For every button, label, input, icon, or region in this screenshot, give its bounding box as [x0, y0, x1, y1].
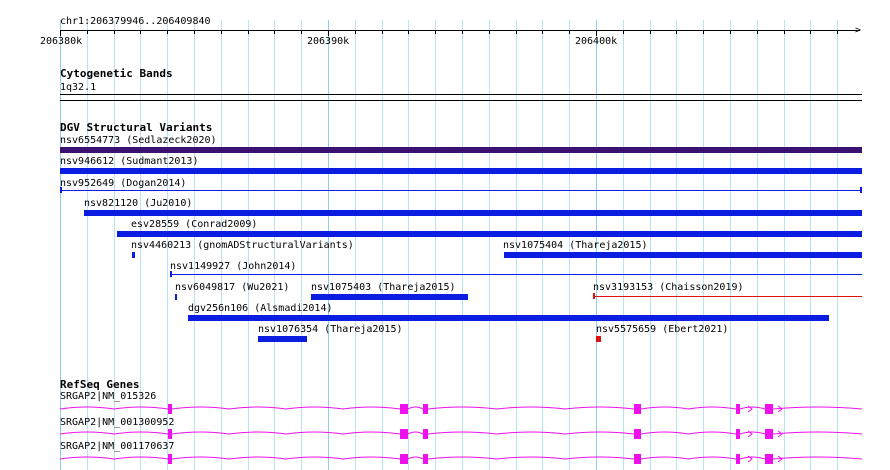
- exon-box: [168, 454, 172, 464]
- ruler-tick: [382, 30, 383, 34]
- dgv-track-name[interactable]: DGV Structural Variants: [60, 122, 212, 134]
- ruler-tick: [221, 30, 222, 34]
- variant-feature-end: [170, 271, 172, 277]
- variant-feature[interactable]: [84, 210, 862, 216]
- variant-feature[interactable]: [175, 294, 177, 300]
- transcript-model[interactable]: [0, 403, 890, 415]
- feature-label: nsv821120 (Ju2010): [84, 198, 193, 209]
- variant-feature[interactable]: [60, 190, 862, 191]
- transcript-label: SRGAP2|NM_001170637: [60, 441, 175, 452]
- genome-browser-view: chr1:206379946..206409840 > 206380k 2063…: [0, 0, 890, 470]
- exon-box: [400, 404, 408, 414]
- exon-box: [423, 454, 428, 464]
- ruler-tick: [542, 30, 543, 34]
- variant-feature[interactable]: [117, 231, 862, 237]
- ruler-tick: [167, 30, 168, 34]
- feature-label: nsv4460213 (gnomADStructuralVariants): [131, 240, 354, 251]
- ruler-tick: [623, 30, 624, 34]
- feature-label: nsv5575659 (Ebert2021): [596, 324, 729, 335]
- transcript-model[interactable]: [0, 428, 890, 440]
- ruler-arrow-icon: >: [855, 25, 862, 36]
- exon-box: [634, 454, 641, 464]
- exon-box: [400, 454, 408, 464]
- transcript-label: SRGAP2|NM_015326: [60, 391, 157, 402]
- exon-box: [423, 404, 428, 414]
- ruler-tick: [87, 30, 88, 34]
- location-label: chr1:206379946..206409840: [60, 16, 211, 27]
- ruler-tick: [837, 30, 838, 34]
- variant-feature[interactable]: [60, 168, 862, 174]
- exon-box: [765, 454, 773, 464]
- exon-box: [423, 429, 428, 439]
- ruler-tick: [114, 30, 115, 34]
- variant-feature[interactable]: [596, 336, 601, 342]
- ruler-tick: [650, 30, 651, 34]
- ruler-tick: [757, 30, 758, 34]
- feature-label: nsv3193153 (Chaisson2019): [593, 282, 744, 293]
- transcript-model[interactable]: [0, 453, 890, 465]
- ruler-tick: [810, 30, 811, 34]
- feature-label: nsv946612 (Sudmant2013): [60, 156, 199, 167]
- ruler-tick: [355, 30, 356, 34]
- ruler-tick: [489, 30, 490, 34]
- ruler-tick: [248, 30, 249, 34]
- cytoband-line[interactable]: [60, 100, 862, 101]
- ruler-tick: [274, 30, 275, 34]
- feature-label: nsv1149927 (John2014): [170, 261, 297, 272]
- ruler-tick-label: 206400k: [575, 36, 618, 47]
- cytoband-line[interactable]: [60, 94, 862, 95]
- feature-label: nsv1076354 (Thareja2015): [258, 324, 403, 335]
- feature-label: nsv6554773 (Sedlazeck2020): [60, 135, 217, 146]
- variant-feature[interactable]: [311, 294, 468, 300]
- ruler-tick: [194, 30, 195, 34]
- exon-box: [168, 429, 172, 439]
- exon-box: [736, 429, 740, 439]
- ruler-axis: [60, 30, 860, 31]
- ruler-tick: [435, 30, 436, 34]
- variant-feature[interactable]: [60, 147, 862, 153]
- intron-line: [59, 431, 863, 435]
- variant-feature[interactable]: [258, 336, 307, 342]
- exon-box: [736, 404, 740, 414]
- variant-feature-end: [860, 187, 862, 193]
- exon-box: [400, 429, 408, 439]
- exon-box: [634, 429, 641, 439]
- ruler-tick: [516, 30, 517, 34]
- variant-feature[interactable]: [188, 315, 829, 321]
- ruler-tick: [140, 30, 141, 34]
- ruler-tick: [301, 30, 302, 34]
- exon-box: [736, 454, 740, 464]
- feature-label: nsv1075403 (Thareja2015): [311, 282, 456, 293]
- exon-box: [168, 404, 172, 414]
- ruler-tick: [462, 30, 463, 34]
- feature-label: nsv1075404 (Thareja2015): [503, 240, 648, 251]
- cytoband-label: 1q32.1: [60, 82, 97, 93]
- feature-label: esv28559 (Conrad2009): [131, 219, 258, 230]
- ruler-tick: [569, 30, 570, 34]
- intron-line: [59, 406, 863, 410]
- exon-box: [765, 429, 773, 439]
- variant-feature[interactable]: [170, 274, 862, 275]
- exon-box: [765, 404, 773, 414]
- feature-label: dgv256n106 (Alsmadi2014): [188, 303, 333, 314]
- ruler-tick: [784, 30, 785, 34]
- ruler-tick-label: 206380k: [40, 36, 83, 47]
- variant-feature[interactable]: [504, 252, 862, 258]
- intron-line: [59, 456, 863, 460]
- variant-feature-end: [593, 293, 595, 299]
- cytoband-track-name[interactable]: Cytogenetic Bands: [60, 68, 173, 80]
- transcript-label: SRGAP2|NM_001300952: [60, 417, 175, 428]
- ruler-tick: [676, 30, 677, 34]
- variant-feature[interactable]: [593, 296, 862, 297]
- variant-feature[interactable]: [132, 252, 135, 258]
- ruler-tick: [703, 30, 704, 34]
- variant-feature-end: [60, 187, 62, 193]
- feature-label: nsv952649 (Dogan2014): [60, 178, 187, 189]
- exon-box: [634, 404, 641, 414]
- feature-label: nsv6049817 (Wu2021): [175, 282, 290, 293]
- ruler-tick: [408, 30, 409, 34]
- ruler-tick: [730, 30, 731, 34]
- refseq-track-name[interactable]: RefSeq Genes: [60, 379, 139, 391]
- ruler-tick-label: 206390k: [307, 36, 350, 47]
